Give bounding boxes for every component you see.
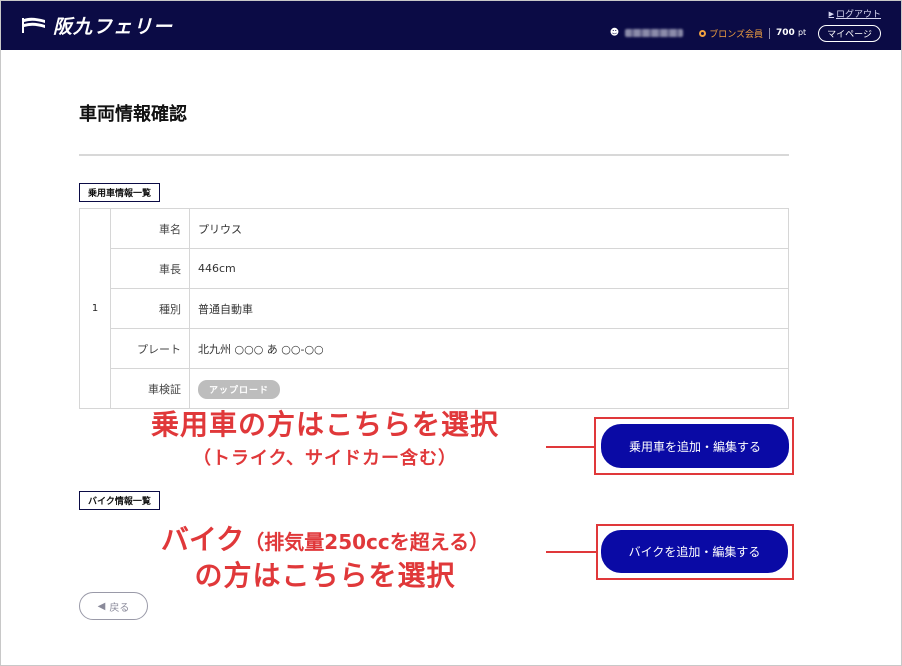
flag-logo-icon (22, 17, 45, 33)
annotation-connector (546, 551, 596, 553)
row-value: プリウス (198, 222, 242, 236)
annotation-bike-lead: バイク (160, 523, 245, 556)
member-rank: ブロンズ会員 (699, 27, 763, 40)
row-value: 普通自動車 (198, 302, 253, 316)
annotation-bike-sub: の方はこちらを選択 (194, 559, 456, 592)
add-edit-bike-button[interactable]: バイクを追加・編集する (601, 530, 788, 573)
row-key: 車名 (111, 209, 190, 248)
triangle-right-icon: ▶ (828, 9, 834, 18)
vehicle-index: 1 (80, 209, 111, 408)
points-unit: pt (797, 28, 807, 37)
user-icon: ☻ (609, 28, 620, 38)
annotation-bike-main: バイク（排気量250ccを超える） (100, 518, 550, 558)
logout-label: ログアウト (835, 10, 881, 20)
bike-section-label: バイク情報一覧 (79, 491, 160, 510)
back-label: 戻る (109, 602, 130, 614)
points-value: 700 (776, 28, 795, 38)
row-value: 北九州 ○○○ あ ○○-○○ (198, 342, 324, 356)
table-row: 車長 446cm (111, 249, 788, 289)
row-value: アップロード (190, 379, 281, 399)
row-value: 446cm (198, 262, 236, 275)
table-row: 車名 プリウス (111, 209, 788, 249)
site-logo[interactable]: 阪九フェリー (21, 13, 174, 38)
vehicle-table: 1 車名 プリウス 車長 446cm 種別 普通自動車 プレート 北九州 ○○○… (79, 208, 789, 409)
table-row: プレート 北九州 ○○○ あ ○○-○○ (111, 329, 788, 369)
back-button[interactable]: ◀ 戻る (79, 592, 148, 620)
annotation-car-sub: （トライク、サイドカー含む） (192, 448, 458, 469)
upload-button[interactable]: アップロード (198, 379, 281, 399)
row-key: 種別 (111, 289, 190, 328)
logout-link[interactable]: ▶ ログアウト (828, 7, 881, 21)
annotation-connector (546, 446, 594, 448)
logo-text: 阪九フェリー (53, 15, 174, 38)
rank-badge-icon (699, 29, 707, 37)
annotation-bike-paren: （排気量250ccを超える） (244, 530, 490, 554)
title-divider (79, 154, 789, 156)
add-edit-car-button[interactable]: 乗用車を追加・編集する (601, 424, 789, 468)
page-title: 車両情報確認 (79, 104, 187, 125)
mypage-button[interactable]: マイページ (818, 24, 881, 42)
site-header: 阪九フェリー ▶ ログアウト ☻ ブロンズ会員 700 pt マイページ (1, 1, 901, 50)
user-bar: ☻ ブロンズ会員 700 pt マイページ (609, 24, 881, 42)
points-display: 700 pt (776, 28, 806, 38)
row-key: 車長 (111, 249, 190, 288)
triangle-left-icon: ◀ (97, 600, 106, 612)
row-key: プレート (111, 329, 190, 368)
table-row: 種別 普通自動車 (111, 289, 788, 329)
annotation-car-main: 乗用車の方はこちらを選択 (150, 408, 499, 441)
car-section-label: 乗用車情報一覧 (79, 183, 161, 202)
rank-label: ブロンズ会員 (709, 29, 764, 40)
divider (769, 27, 771, 39)
user-name-blurred (625, 29, 684, 37)
